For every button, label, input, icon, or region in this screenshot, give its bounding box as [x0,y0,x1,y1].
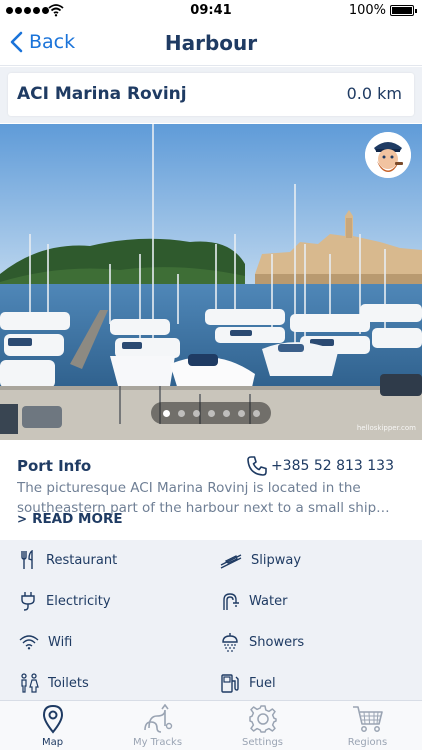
tab-map[interactable]: Map [0,704,105,750]
tab-label: Regions [347,737,388,748]
tab-label: Settings [241,737,283,748]
read-more-link[interactable]: > READ MORE [17,511,123,527]
carousel-dot[interactable] [222,409,230,417]
toilets-icon [21,673,39,693]
carousel-dot[interactable] [162,409,170,417]
carousel-dot[interactable] [252,409,260,417]
map-pin-icon [42,704,63,734]
photo-watermark: helloskipper.com [356,424,416,432]
marina-photo [0,124,422,440]
amenity-label: Wifi [48,634,73,650]
chevron-right-icon: > [17,512,28,526]
amenity-label: Slipway [251,552,302,568]
amenity-wifi: Wifi [19,631,72,653]
amenity-label: Electricity [46,593,111,609]
marina-distance: 0.0 km [346,84,402,103]
amenities-grid: Restaurant Slipway Electricity Water Wif… [0,540,422,700]
fork-knife-icon [21,550,33,569]
port-info-title: Port Info [17,457,92,475]
marina-card: ACI Marina Rovinj 0.0 km [8,73,414,116]
gear-icon [248,705,277,733]
tab-my-tracks[interactable]: My Tracks [105,704,210,750]
water-tap-icon [223,593,239,610]
tab-regions[interactable]: Regions [315,704,420,750]
skipper-mascot-icon[interactable] [365,132,411,178]
phone-icon [247,456,267,476]
marina-photo-carousel[interactable]: helloskipper.com [0,124,422,440]
amenity-label: Toilets [48,675,89,691]
tab-bar: Map My Tracks Settings Regions [0,700,422,750]
amenity-label: Showers [249,634,305,650]
read-more-label: READ MORE [32,511,123,527]
carousel-dot[interactable] [192,409,200,417]
plug-icon [21,592,35,611]
amenity-label: Water [249,593,288,609]
navigation-bar: Back Harbour [0,22,422,66]
amenity-slipway: Slipway [220,549,301,571]
amenity-showers: Showers [220,631,304,653]
port-info-section: Port Info +385 52 813 133 The picturesqu… [0,440,422,540]
shower-icon [222,633,238,652]
amenity-fuel: Fuel [220,672,276,694]
battery-percent: 100% [348,3,386,18]
slipway-icon [220,554,242,569]
wifi-icon [19,635,39,650]
status-bar: 09:41 100% [0,0,422,22]
amenity-restaurant: Restaurant [19,549,117,571]
carousel-dot[interactable] [207,409,215,417]
fuel-icon [221,674,239,693]
marina-name: ACI Marina Rovinj [17,84,187,104]
tracks-icon [143,704,172,733]
tab-label: My Tracks [132,737,183,748]
page-title: Harbour [164,31,258,55]
amenity-label: Restaurant [46,552,118,568]
amenity-label: Fuel [249,675,276,691]
phone-number: +385 52 813 133 [270,458,394,474]
carousel-page-indicator [151,402,271,424]
battery-icon [390,5,417,16]
tab-settings[interactable]: Settings [210,704,315,750]
amenity-toilets: Toilets [19,672,89,694]
cart-icon [352,706,383,732]
tab-label: Map [41,737,64,748]
amenity-water: Water [220,590,287,612]
carousel-dot[interactable] [237,409,245,417]
carousel-dot[interactable] [177,409,185,417]
amenity-electricity: Electricity [19,590,111,612]
phone-button[interactable]: +385 52 813 133 [246,455,394,477]
